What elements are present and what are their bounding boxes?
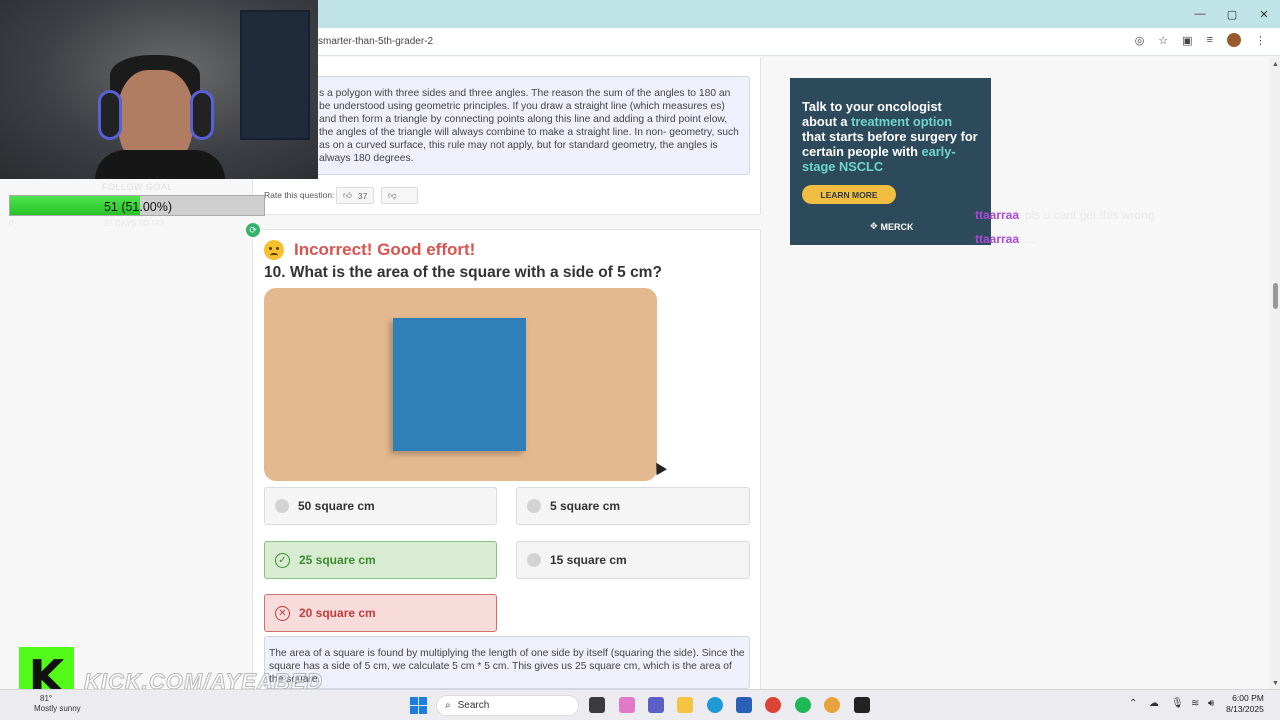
- thumbs-up-icon: 👍︎: [343, 190, 352, 200]
- extension-badge-icon[interactable]: ⟳: [246, 223, 260, 237]
- taskbar: 81° Mostly sunny ⌕ Search ⌃ ☁ 🎙︎ ≋ 🔊︎ 6:…: [0, 689, 1280, 720]
- option-label: 15 square cm: [550, 553, 627, 567]
- answer-option[interactable]: 15 square cm: [516, 541, 750, 579]
- sad-face-icon: [264, 240, 284, 260]
- question-text: 10. What is the area of the square with …: [264, 264, 662, 281]
- chat-username: ttaarraa: [975, 232, 1020, 246]
- maximize-button[interactable]: ▢: [1216, 0, 1248, 28]
- chat-message: ttaarraa...: [975, 232, 1035, 246]
- url-text[interactable]: smarter-than-5th-grader-2: [318, 36, 433, 47]
- follow-goal-label: FOLLOW GOAL: [102, 182, 174, 192]
- like-count: 37: [357, 190, 368, 201]
- rate-label: Rate this question:: [264, 190, 335, 200]
- media-queue-icon[interactable]: ≡: [1207, 34, 1213, 46]
- answer-option-correct[interactable]: ✓ 25 square cm: [264, 541, 497, 579]
- profile-avatar[interactable]: [1227, 33, 1241, 47]
- chat-username: ttaarraa: [975, 208, 1020, 222]
- merck-logo: ✥ MERCK: [870, 221, 914, 232]
- goal-days-left: 37 DAYS TO GO: [104, 219, 165, 228]
- advertisement[interactable]: Talk to your oncologist about a treatmen…: [790, 78, 991, 245]
- clock-date: 8/13/2025: [1226, 704, 1264, 714]
- microphone-icon[interactable]: 🎙︎: [1171, 698, 1184, 709]
- answer-option-wrong[interactable]: ✕ 20 square cm: [264, 594, 497, 632]
- chrome-profile-icon[interactable]: [824, 697, 840, 713]
- store-icon[interactable]: [736, 697, 752, 713]
- thumbs-up-button[interactable]: 👍︎ 37: [336, 187, 375, 204]
- radio-circle-icon: [527, 499, 541, 513]
- scrollbar-thumb[interactable]: [1273, 283, 1278, 309]
- chat-message: ttaarraa pls u cant get this wrong: [975, 208, 1154, 222]
- result-text: Incorrect! Good effort!: [294, 240, 476, 259]
- sidebar-icon[interactable]: ▣: [1182, 34, 1192, 47]
- x-circle-icon: ✕: [275, 605, 290, 621]
- scroll-down-icon[interactable]: ▼: [1272, 680, 1279, 687]
- volume-icon[interactable]: 🔊︎: [1208, 698, 1214, 709]
- wifi-icon[interactable]: ≋: [1191, 698, 1199, 709]
- ad-headline: Talk to your oncologist about a treatmen…: [802, 99, 978, 174]
- blue-square-shape: [393, 318, 526, 451]
- tray-chevron-icon[interactable]: ⌃: [1129, 698, 1137, 709]
- obs-icon[interactable]: [854, 697, 870, 713]
- ad-learn-more-button[interactable]: LEARN MORE: [802, 185, 896, 204]
- edge-icon[interactable]: [707, 697, 723, 713]
- windows-start-icon[interactable]: [410, 697, 427, 714]
- bookmark-star-icon[interactable]: ☆: [1158, 34, 1168, 47]
- radio-circle-icon: [527, 553, 541, 567]
- address-bar-icons: ◎ ☆ ▣ ≡ ⋮: [1135, 33, 1266, 47]
- answer-option[interactable]: 5 square cm: [516, 487, 750, 525]
- previous-explanation: s a polygon with three sides and three a…: [308, 76, 750, 175]
- clock-time: 6:00 PM: [1232, 693, 1264, 703]
- webcam-overlay: [0, 0, 318, 179]
- follow-goal-bar: 51 (51.00%): [9, 195, 265, 216]
- system-clock[interactable]: 6:00 PM 8/13/2025: [1226, 693, 1264, 715]
- menu-kebab-icon[interactable]: ⋮: [1255, 34, 1266, 47]
- merck-mark-icon: ✥: [870, 221, 878, 231]
- taskbar-search[interactable]: ⌕ Search: [436, 695, 579, 716]
- task-view-icon[interactable]: [589, 697, 605, 713]
- minimize-button[interactable]: —: [1184, 0, 1216, 28]
- file-explorer-icon[interactable]: [677, 697, 693, 713]
- answer-explanation: The area of a square is found by multipl…: [264, 636, 750, 689]
- result-banner: Incorrect! Good effort!: [264, 240, 475, 260]
- page-scrollbar[interactable]: ▲ ▼: [1270, 57, 1280, 689]
- thumbs-down-icon: 👎︎: [388, 190, 397, 200]
- option-label: 50 square cm: [298, 499, 375, 513]
- option-label: 20 square cm: [299, 606, 376, 620]
- radio-circle-icon: [275, 499, 289, 513]
- chrome-icon[interactable]: [765, 697, 781, 713]
- chat-text: ...: [1025, 232, 1036, 246]
- window-controls: — ▢ ✕: [1184, 0, 1280, 28]
- weather-desc[interactable]: Mostly sunny: [34, 704, 81, 713]
- eye-off-icon[interactable]: ◎: [1135, 34, 1145, 47]
- search-icon: ⌕: [445, 700, 451, 711]
- chat-text: pls u cant get this wrong: [1025, 208, 1155, 222]
- copilot-icon[interactable]: [619, 697, 635, 713]
- answer-option[interactable]: 50 square cm: [264, 487, 497, 525]
- check-circle-icon: ✓: [275, 552, 290, 568]
- weather-temp[interactable]: 81°: [40, 694, 52, 703]
- option-label: 25 square cm: [299, 553, 376, 567]
- follow-goal-text: 51 (51.00%): [103, 199, 173, 214]
- teams-icon[interactable]: [648, 697, 664, 713]
- close-button[interactable]: ✕: [1248, 0, 1280, 28]
- scroll-up-icon[interactable]: ▲: [1272, 61, 1279, 68]
- thumbs-down-button[interactable]: 👎︎: [381, 187, 418, 204]
- goal-zero: 0: [9, 219, 14, 228]
- option-label: 5 square cm: [550, 499, 621, 513]
- spotify-icon[interactable]: [795, 697, 811, 713]
- search-placeholder: Search: [457, 700, 490, 711]
- onedrive-icon[interactable]: ☁: [1149, 698, 1159, 709]
